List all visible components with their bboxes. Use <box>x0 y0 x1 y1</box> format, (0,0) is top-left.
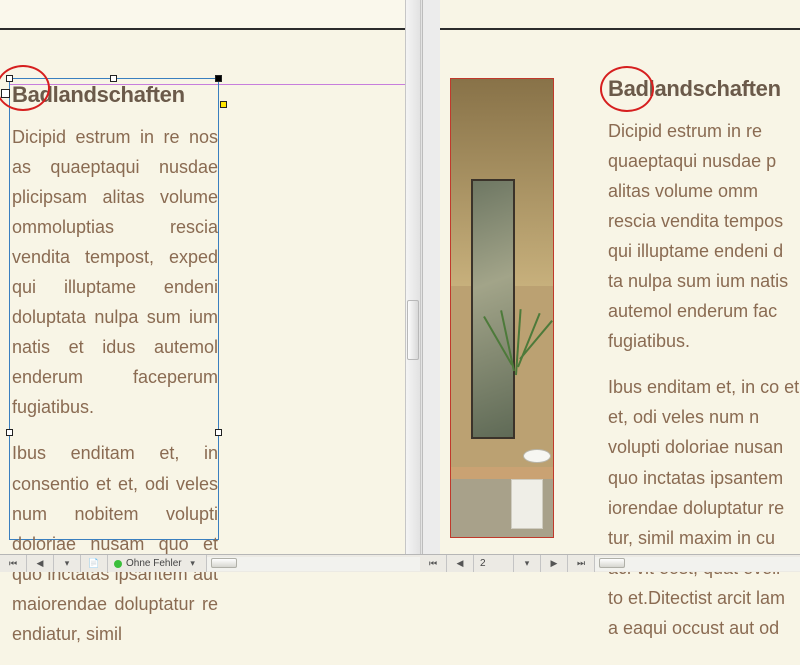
vertical-scrollbar-left[interactable] <box>405 0 421 554</box>
page-dropdown-r[interactable]: ▾ <box>514 555 541 572</box>
horizontal-scrollbar-right[interactable] <box>595 557 800 571</box>
dropdown-icon: ▾ <box>60 557 74 571</box>
frame-handle-n[interactable] <box>110 75 117 82</box>
errors-label: Ohne Fehler <box>126 558 182 569</box>
dropdown-icon-2: ▾ <box>186 557 200 571</box>
image-basin <box>523 449 551 463</box>
page-number-field[interactable]: 2 <box>474 555 514 572</box>
horizontal-scrollbar-left[interactable] <box>207 557 420 571</box>
top-rule-line <box>0 28 405 30</box>
doc-icon: 📄 <box>87 557 101 571</box>
prev-icon-r: ◀ <box>453 557 467 571</box>
page-dropdown[interactable]: ▾ <box>54 555 81 572</box>
doc-icon-button[interactable]: 📄 <box>81 555 108 572</box>
page-number: 2 <box>480 558 486 569</box>
scrollbar-thumb[interactable] <box>407 300 419 360</box>
para-right-1: Dicipid estrum in re quaeptaqui nusdae p… <box>608 116 800 356</box>
first-icon-r: ⏮ <box>426 557 440 571</box>
text-in-port[interactable] <box>1 89 10 98</box>
nav-prev-button-r[interactable]: ◀ <box>447 555 474 572</box>
frame-handle-nw[interactable] <box>6 75 13 82</box>
nav-last-button-r[interactable]: ⏭ <box>568 555 595 572</box>
image-frame[interactable] <box>450 78 554 538</box>
nav-first-button-r[interactable]: ⏮ <box>420 555 447 572</box>
heading-right: Badlandschaften <box>608 76 800 102</box>
image-plant <box>489 309 537 379</box>
nav-prev-button[interactable]: ◀ <box>27 555 54 572</box>
prev-icon: ◀ <box>33 557 47 571</box>
dropdown-icon-r: ▾ <box>520 557 534 571</box>
image-towels <box>511 479 543 529</box>
status-dot-green-icon <box>114 560 122 568</box>
hscroll-thumb-left[interactable] <box>211 558 237 568</box>
next-icon-r: ▶ <box>547 557 561 571</box>
document-workspace: Badlandschaften Dicipid estrum in re nos… <box>0 0 800 554</box>
hscroll-thumb-right[interactable] <box>599 558 625 568</box>
bathroom-image <box>451 79 554 538</box>
preflight-status[interactable]: Ohne Fehler ▾ <box>108 555 207 572</box>
page-margin-top <box>0 0 405 28</box>
last-icon-r: ⏭ <box>574 557 588 571</box>
left-text-content: Badlandschaften Dicipid estrum in re nos… <box>12 82 218 665</box>
status-bar-right: ⏮ ◀ 2 ▾ ▶ ⏭ <box>420 554 800 572</box>
frame-handle-ne[interactable] <box>215 75 222 82</box>
image-shelf <box>451 467 554 479</box>
nav-next-button-r[interactable]: ▶ <box>541 555 568 572</box>
para-left-1: Dicipid estrum in re nos as quaeptaqui n… <box>12 122 218 422</box>
top-rule-line-right <box>440 28 800 30</box>
status-bar-left: ⏮ ◀ ▾ 📄 Ohne Fehler ▾ <box>0 554 420 572</box>
first-icon: ⏮ <box>6 557 20 571</box>
frame-control-yellow[interactable] <box>220 101 227 108</box>
vertical-ruler[interactable] <box>422 0 440 554</box>
para-right-2: Ibus enditam et, in co et et, odi veles … <box>608 372 800 642</box>
para-left-2: Ibus enditam et, in consentio et et, odi… <box>12 438 218 648</box>
nav-first-button[interactable]: ⏮ <box>0 555 27 572</box>
left-page-view: Badlandschaften Dicipid estrum in re nos… <box>0 0 405 554</box>
heading-left: Badlandschaften <box>12 82 218 108</box>
